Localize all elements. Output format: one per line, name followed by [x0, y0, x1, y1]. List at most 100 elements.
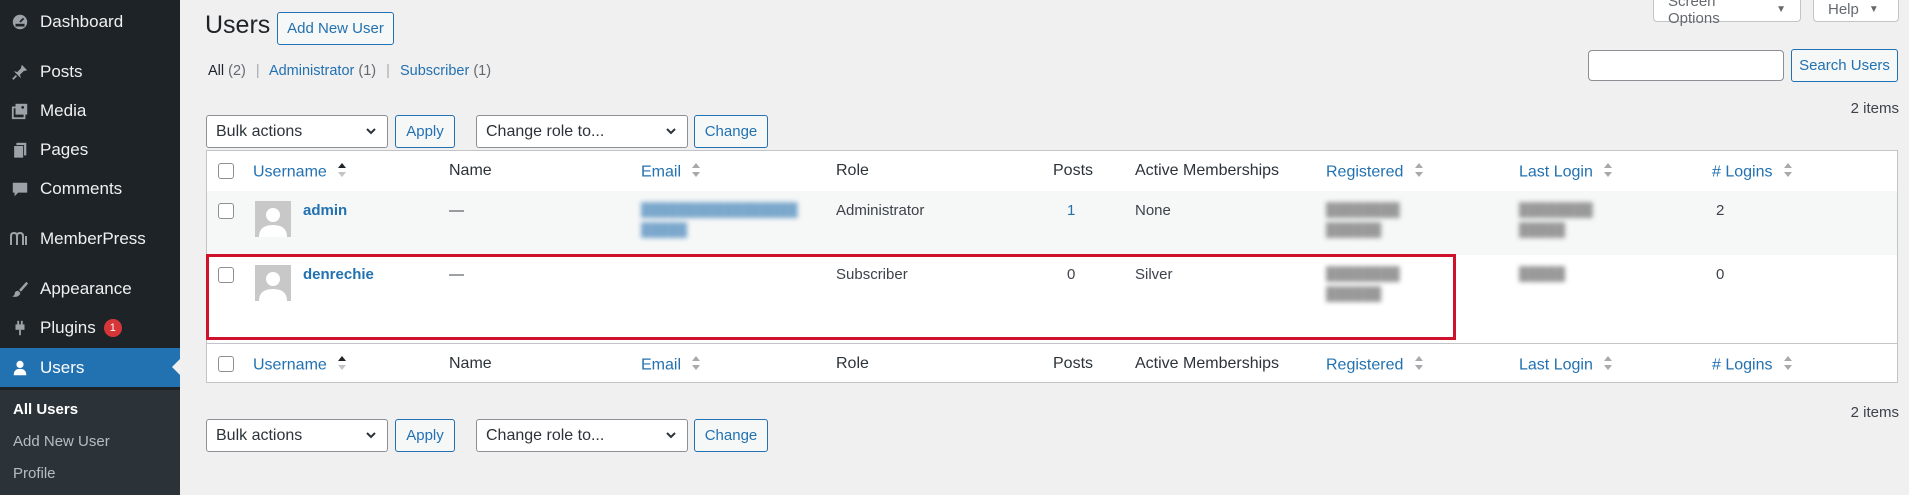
items-count-bottom: 2 items [1850, 404, 1899, 421]
bulk-actions-value: Bulk actions [216, 426, 303, 444]
filter-administrator-count: (1) [358, 63, 377, 79]
filter-subscriber[interactable]: Subscriber [400, 63, 469, 79]
help-button[interactable]: Help ▼ [1813, 0, 1899, 22]
column-logins[interactable]: # Logins [1712, 162, 1793, 183]
page-title: Users [205, 11, 271, 39]
sort-icon [1414, 162, 1424, 183]
user-name: — [449, 202, 464, 219]
user-memberships: None [1135, 202, 1171, 219]
sort-icon [691, 162, 701, 183]
highlight-box [206, 254, 1456, 340]
menu-label-pages: Pages [40, 140, 89, 159]
column-registered-label: Registered [1326, 163, 1404, 181]
user-logins: 0 [1716, 266, 1725, 283]
column-email[interactable]: Email [641, 355, 701, 376]
bulk-actions-select[interactable]: Bulk actions [206, 115, 388, 148]
sort-icon [1414, 355, 1424, 376]
menu-label-memberpress: MemberPress [40, 229, 146, 248]
change-role-select-bottom[interactable]: Change role to... [476, 419, 688, 452]
column-logins-label: # Logins [1712, 163, 1773, 181]
sort-icon [691, 355, 701, 376]
column-registered[interactable]: Registered [1326, 162, 1424, 183]
change-role-select[interactable]: Change role to... [476, 115, 688, 148]
chevron-down-icon [365, 124, 377, 142]
menu-item-users[interactable]: Users [0, 348, 180, 387]
media-icon [10, 101, 30, 121]
sort-asc-icon [337, 162, 347, 183]
user-role: Administrator [836, 202, 925, 219]
add-new-user-button[interactable]: Add New User [277, 12, 394, 45]
items-count-top: 2 items [1850, 100, 1899, 117]
menu-item-comments[interactable]: Comments [0, 170, 180, 208]
memberpress-icon [10, 229, 30, 249]
search-users-button[interactable]: Search Users [1791, 49, 1898, 82]
menu-label-appearance: Appearance [40, 279, 132, 298]
column-registered-label: Registered [1326, 356, 1404, 374]
menu-item-posts[interactable]: Posts [0, 53, 180, 91]
redacted-last-login: █████ [1519, 266, 1566, 281]
search-users-input[interactable] [1588, 50, 1784, 81]
column-last-login[interactable]: Last Login [1519, 355, 1613, 376]
filter-subscriber-count: (1) [473, 63, 492, 79]
main-content: Screen Options ▼ Help ▼ Users Add New Us… [180, 0, 1909, 495]
brush-icon [10, 279, 30, 299]
change-role-value: Change role to... [486, 426, 605, 444]
caret-down-icon: ▼ [1868, 4, 1879, 15]
filter-separator: | [386, 63, 390, 79]
column-active-memberships: Active Memberships [1135, 162, 1280, 179]
column-name: Name [449, 162, 492, 179]
plugin-icon [10, 318, 30, 338]
submenu-all-users[interactable]: All Users [13, 401, 78, 418]
username-link[interactable]: admin [303, 202, 347, 219]
column-posts: Posts [1053, 162, 1094, 179]
column-registered[interactable]: Registered [1326, 355, 1424, 376]
sort-icon [1783, 162, 1793, 183]
screen-options-button[interactable]: Screen Options ▼ [1653, 0, 1801, 27]
menu-label-comments: Comments [40, 179, 123, 198]
menu-item-pages[interactable]: Pages [0, 131, 180, 169]
column-username-label: Username [253, 163, 327, 181]
column-last-login[interactable]: Last Login [1519, 162, 1613, 183]
redacted-registered: ████████ ██████ [1326, 202, 1400, 237]
select-all-checkbox[interactable] [218, 163, 234, 179]
menu-item-appearance[interactable]: Appearance [0, 270, 180, 308]
column-last-login-label: Last Login [1519, 356, 1593, 374]
column-logins-label: # Logins [1712, 356, 1773, 374]
comment-icon [10, 179, 30, 199]
caret-down-icon: ▼ [1776, 4, 1786, 15]
menu-item-plugins[interactable]: Plugins 1 [0, 309, 180, 347]
sort-asc-icon [337, 355, 347, 376]
bulk-actions-value: Bulk actions [216, 122, 303, 140]
submenu-add-new-user[interactable]: Add New User [13, 433, 110, 450]
change-role-button[interactable]: Change [694, 115, 768, 148]
chevron-down-icon [665, 428, 677, 446]
apply-button-bottom[interactable]: Apply [395, 419, 455, 452]
filter-all[interactable]: All [208, 63, 224, 79]
column-posts: Posts [1053, 355, 1094, 372]
change-role-button-bottom[interactable]: Change [694, 419, 768, 452]
menu-label-dashboard: Dashboard [40, 12, 124, 31]
column-username[interactable]: Username [253, 355, 347, 376]
sort-icon [1783, 355, 1793, 376]
dashboard-icon [10, 12, 30, 32]
plugins-update-badge: 1 [103, 319, 122, 337]
column-username[interactable]: Username [253, 162, 347, 183]
menu-item-memberpress[interactable]: MemberPress [0, 220, 180, 258]
column-email-label: Email [641, 356, 682, 374]
menu-item-dashboard[interactable]: Dashboard [0, 3, 180, 41]
submenu-profile[interactable]: Profile [13, 465, 56, 482]
user-posts-link[interactable]: 1 [1067, 202, 1075, 219]
menu-label-plugins: Plugins [40, 318, 96, 337]
column-email-label: Email [641, 163, 682, 181]
select-all-checkbox[interactable] [218, 356, 234, 372]
apply-button[interactable]: Apply [395, 115, 455, 148]
bulk-actions-select-bottom[interactable]: Bulk actions [206, 419, 388, 452]
filter-administrator[interactable]: Administrator [269, 63, 354, 79]
column-role: Role [836, 162, 869, 179]
screen-options-label: Screen Options [1668, 0, 1720, 27]
column-logins[interactable]: # Logins [1712, 355, 1793, 376]
column-username-label: Username [253, 356, 327, 374]
row-checkbox[interactable] [218, 203, 234, 219]
menu-item-media[interactable]: Media [0, 92, 180, 130]
column-email[interactable]: Email [641, 162, 701, 183]
